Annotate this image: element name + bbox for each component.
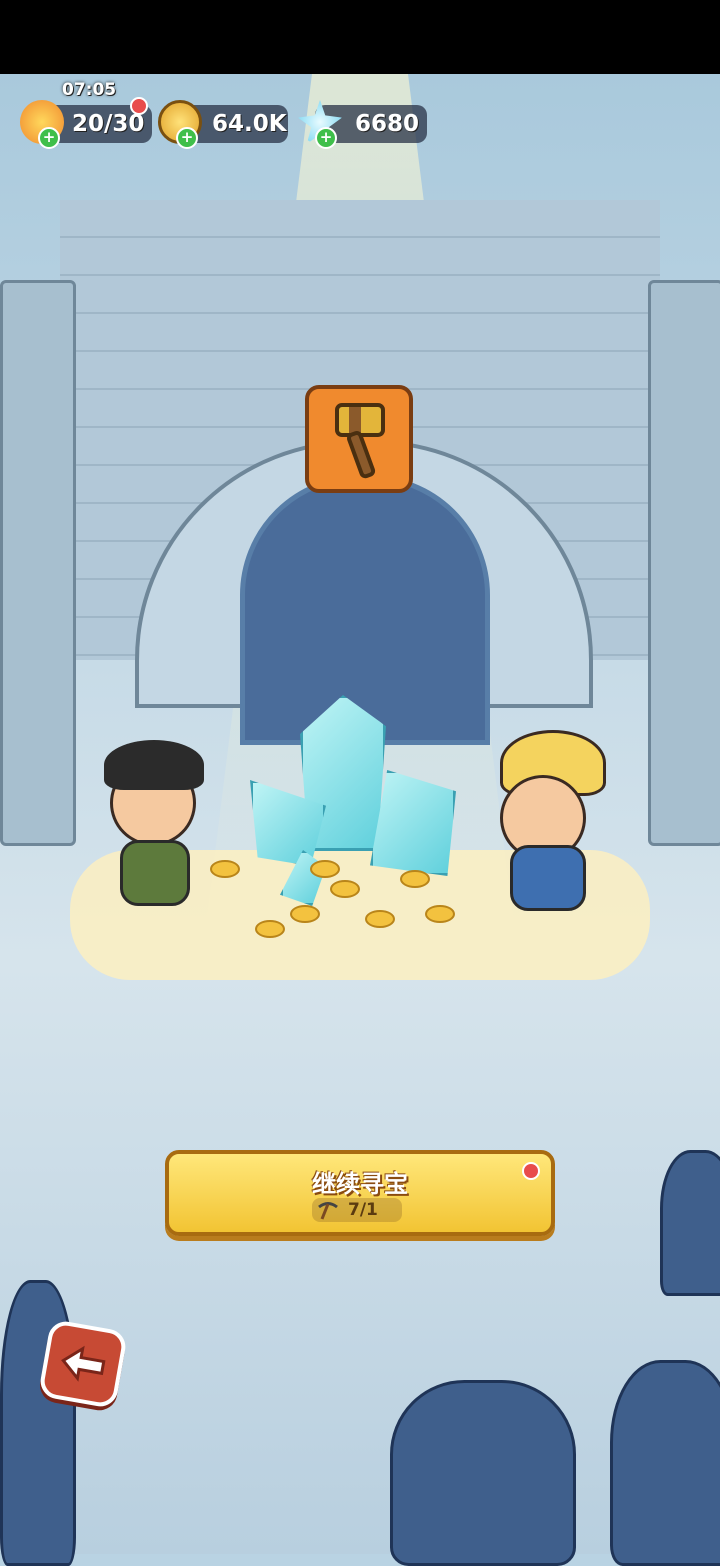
- rock-foreground: [390, 1380, 576, 1566]
- temple-doorway: [240, 475, 490, 745]
- status-bar: [0, 0, 720, 74]
- left-pillar: [0, 280, 76, 846]
- back-button[interactable]: [37, 1318, 129, 1410]
- hammer-icon: [335, 403, 385, 479]
- gold-coin: [255, 920, 285, 938]
- continue-treasure-label: 继续寻宝: [312, 1170, 408, 1198]
- miner-right: [480, 730, 606, 911]
- add-gold-icon[interactable]: +: [176, 127, 198, 149]
- gold-coin: [310, 860, 340, 878]
- gold-coin: [290, 905, 320, 923]
- gold-coin: [210, 860, 240, 878]
- rock-foreground: [610, 1360, 720, 1566]
- gem-value: 6680: [355, 111, 420, 137]
- back-arrow-icon: [61, 1345, 106, 1382]
- clock-time: 07:05: [62, 80, 117, 100]
- right-pillar: [648, 280, 720, 846]
- gold-coin: [425, 905, 455, 923]
- gold-coin: [365, 910, 395, 928]
- add-energy-icon[interactable]: +: [38, 127, 60, 149]
- notification-dot: [130, 97, 148, 115]
- pickaxe-icon: [318, 1202, 338, 1220]
- gold-coin: [400, 870, 430, 888]
- rock-right: [660, 1150, 720, 1296]
- miner-left-body: [120, 840, 190, 906]
- pickaxe-counter: 7/1: [312, 1198, 402, 1222]
- continue-treasure-button[interactable]: 继续寻宝 7/1: [165, 1150, 555, 1236]
- miner-right-body: [510, 845, 586, 911]
- add-gem-icon[interactable]: +: [315, 127, 337, 149]
- miner-left-hair: [104, 740, 204, 790]
- miner-left: [100, 740, 210, 910]
- hammer-reward-badge[interactable]: [305, 385, 413, 493]
- notification-dot: [522, 1162, 540, 1180]
- pickaxe-count: 7/1: [348, 1200, 378, 1220]
- gold-coin: [330, 880, 360, 898]
- gold-value: 64.0K: [212, 111, 287, 137]
